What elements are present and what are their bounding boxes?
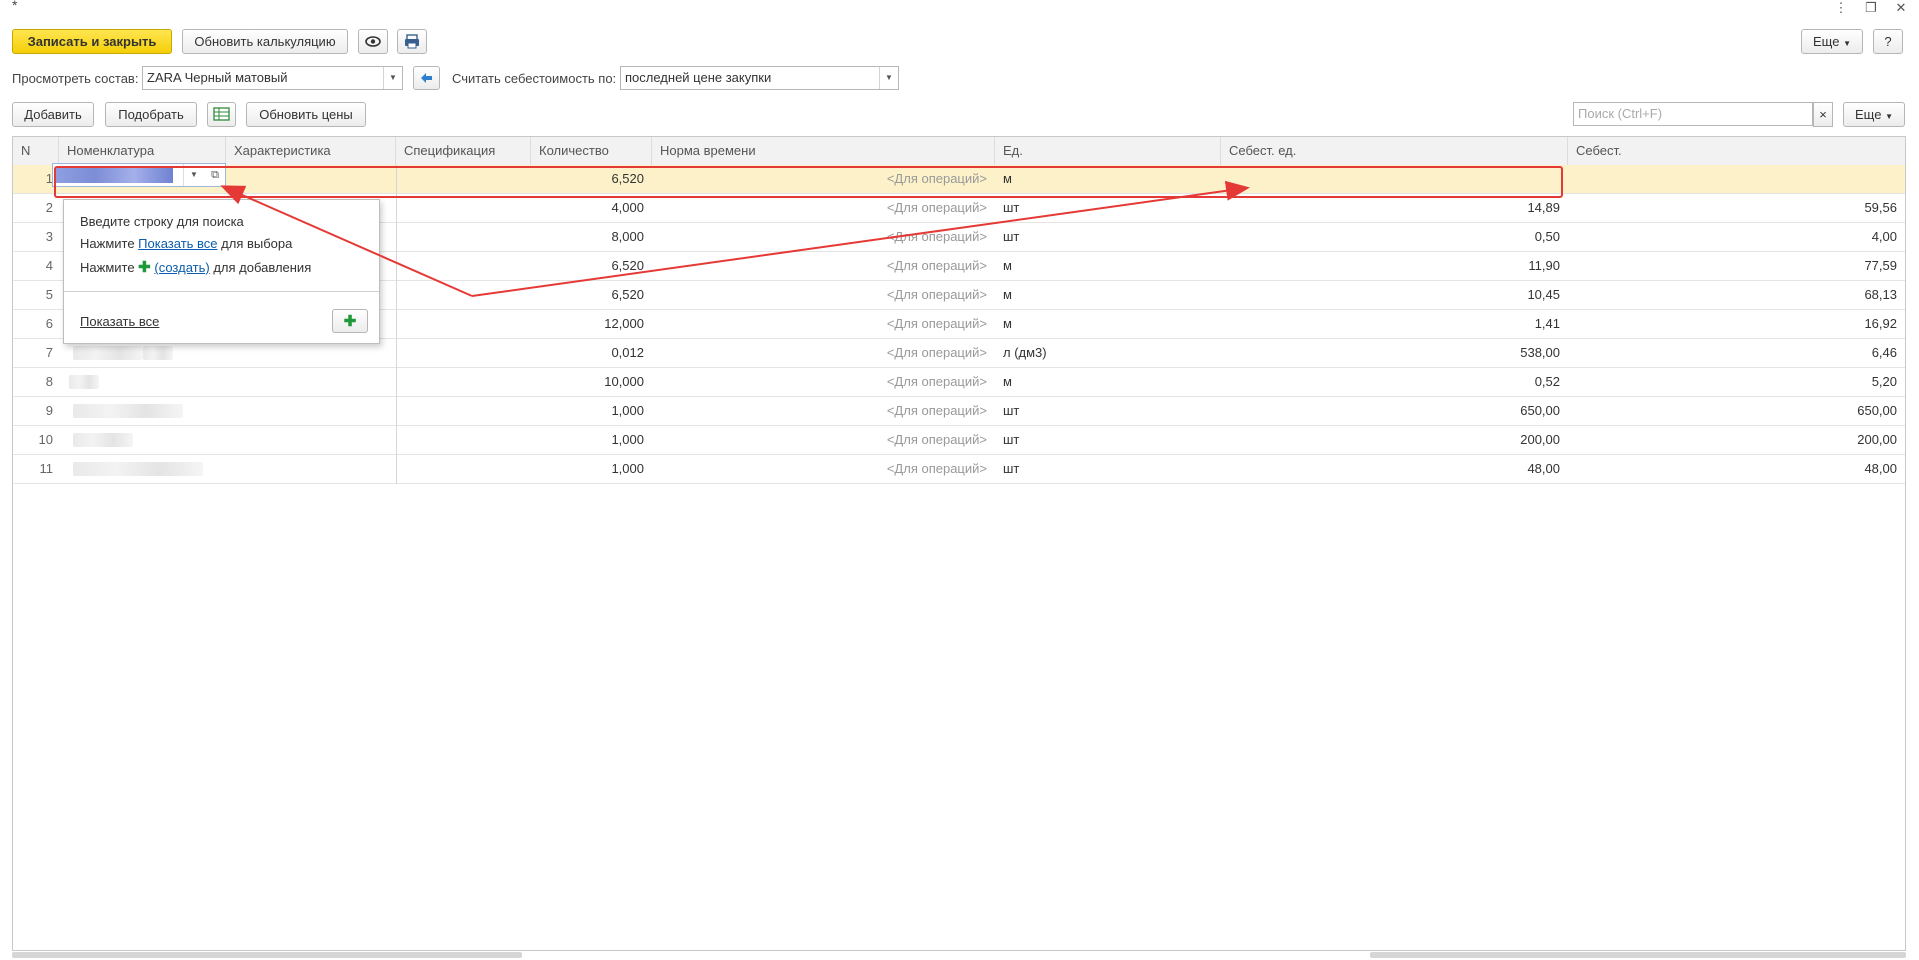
annotation-arrows [220, 180, 1250, 297]
horizontal-scrollbar[interactable] [12, 952, 522, 958]
annotation-arrow-left [220, 185, 473, 297]
horizontal-scrollbar-right[interactable] [1370, 952, 1906, 958]
annotation-arrow-right [471, 180, 1250, 297]
